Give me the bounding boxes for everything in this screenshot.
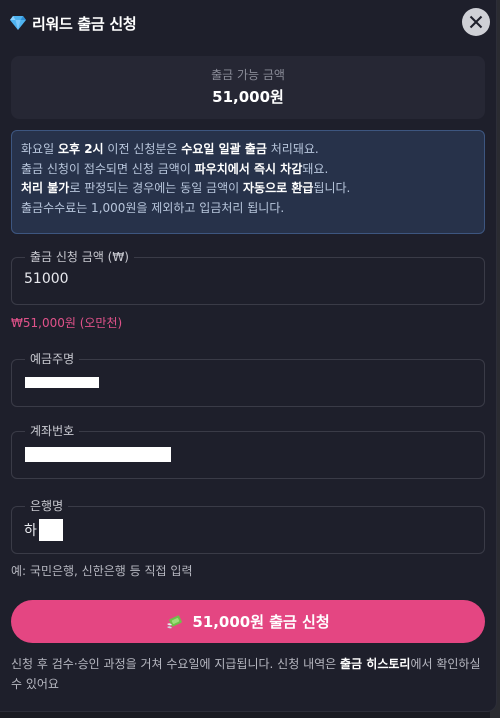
close-button[interactable] (462, 8, 490, 36)
account-holder-field[interactable]: 예금주명 (11, 351, 485, 407)
amount-field-label: 출금 신청 금액 (₩) (25, 249, 134, 265)
redacted-bank-name (39, 519, 63, 541)
amount-hint: ₩51,000원 (오만천) (11, 316, 123, 330)
footer-note: 신청 후 검수·승인 과정을 거쳐 수요일에 지급됩니다. 신청 내역은 출금 … (11, 657, 481, 691)
notice-line-2: 출금 신청이 접수되면 신청 금액이 파우치에서 즉시 차감돼요. (21, 161, 329, 176)
account-number-label: 계좌번호 (25, 423, 80, 439)
money-with-wings-icon (167, 614, 183, 628)
account-holder-label: 예금주명 (25, 351, 80, 367)
submit-withdrawal-button[interactable]: 51,000원 출금 신청 (11, 600, 485, 643)
dialog-header: 리워드 출금 신청 (10, 12, 137, 34)
dialog-title: 리워드 출금 신청 (32, 14, 137, 33)
bank-name-hint: 예: 국민은행, 신한은행 등 직접 입력 (11, 564, 193, 578)
bank-name-input[interactable]: 하 행 (24, 520, 472, 540)
diamond-icon (10, 16, 26, 30)
close-icon (469, 15, 483, 29)
bank-name-field[interactable]: 은행명 하 행 (11, 498, 485, 554)
notice-box: 화요일 오후 2시 이전 신청분은 수요일 일괄 출금 처리돼요. 출금 신청이… (11, 130, 485, 234)
redacted-account-holder (25, 377, 99, 388)
bank-name-label: 은행명 (25, 498, 69, 514)
notice-line-4: 출금수수료는 1,000원을 제외하고 입금처리 됩니다. (21, 200, 285, 215)
balance-value: 51,000원 (212, 88, 284, 106)
submit-button-label: 51,000원 출금 신청 (192, 613, 330, 631)
notice-line-1: 화요일 오후 2시 이전 신청분은 수요일 일괄 출금 처리돼요. (21, 142, 319, 156)
withdraw-dialog: 리워드 출금 신청 출금 가능 금액 51,000원 화요일 오후 2시 이전 … (0, 0, 497, 712)
notice-line-3: 처리 불가로 판정되는 경우에는 동일 금액이 자동으로 환급됩니다. (21, 181, 351, 195)
balance-label: 출금 가능 금액 (211, 68, 285, 82)
redacted-account-number (25, 447, 171, 462)
account-number-field[interactable]: 계좌번호 (11, 423, 485, 479)
amount-input[interactable]: 51000 (24, 271, 472, 287)
amount-field[interactable]: 출금 신청 금액 (₩) 51000 (11, 249, 485, 305)
available-balance-card: 출금 가능 금액 51,000원 (11, 56, 485, 119)
